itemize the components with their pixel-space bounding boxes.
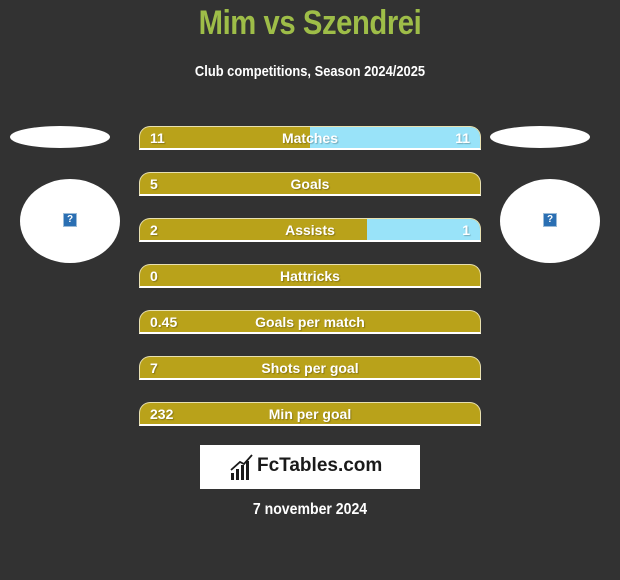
stat-label: Shots per goal (261, 360, 359, 376)
stat-row-min-per-goal: 232 Min per goal (139, 402, 481, 426)
stat-row-hattricks: 0 Hattricks (139, 264, 481, 288)
date-label: 7 november 2024 (252, 501, 368, 518)
stat-label: Assists (285, 222, 335, 238)
right-value: 11 (455, 130, 470, 146)
broken-image-icon: ? (543, 213, 557, 227)
logo-text: FcTables.com (257, 455, 383, 476)
stat-label: Min per goal (268, 406, 352, 422)
stat-label: Hattricks (280, 268, 340, 284)
season-subtitle: Club competitions, Season 2024/2025 (194, 63, 426, 80)
stat-label: Goals (290, 176, 330, 192)
stat-row-goals: 5 Goals (139, 172, 481, 196)
stat-row-goals-per-match: 0.45 Goals per match (139, 310, 481, 334)
left-team-badge-placeholder (10, 126, 110, 148)
stat-row-assists: 2 Assists 1 (139, 218, 481, 242)
fctables-logo[interactable]: FcTables.com (200, 445, 420, 489)
stat-row-shots-per-goal: 7 Shots per goal (139, 356, 481, 380)
bar-chart-icon (230, 454, 253, 480)
right-team-badge-placeholder (490, 126, 590, 148)
left-player-avatar[interactable]: ? (20, 179, 120, 263)
stat-row-matches: 11 Matches 11 (139, 126, 481, 150)
broken-image-icon: ? (63, 213, 77, 227)
stat-label: Goals per match (255, 314, 365, 330)
stat-label: Matches (281, 130, 339, 146)
right-value: 1 (462, 222, 470, 238)
page-title: Mim vs Szendrei (198, 4, 422, 42)
right-player-avatar[interactable]: ? (500, 179, 600, 263)
